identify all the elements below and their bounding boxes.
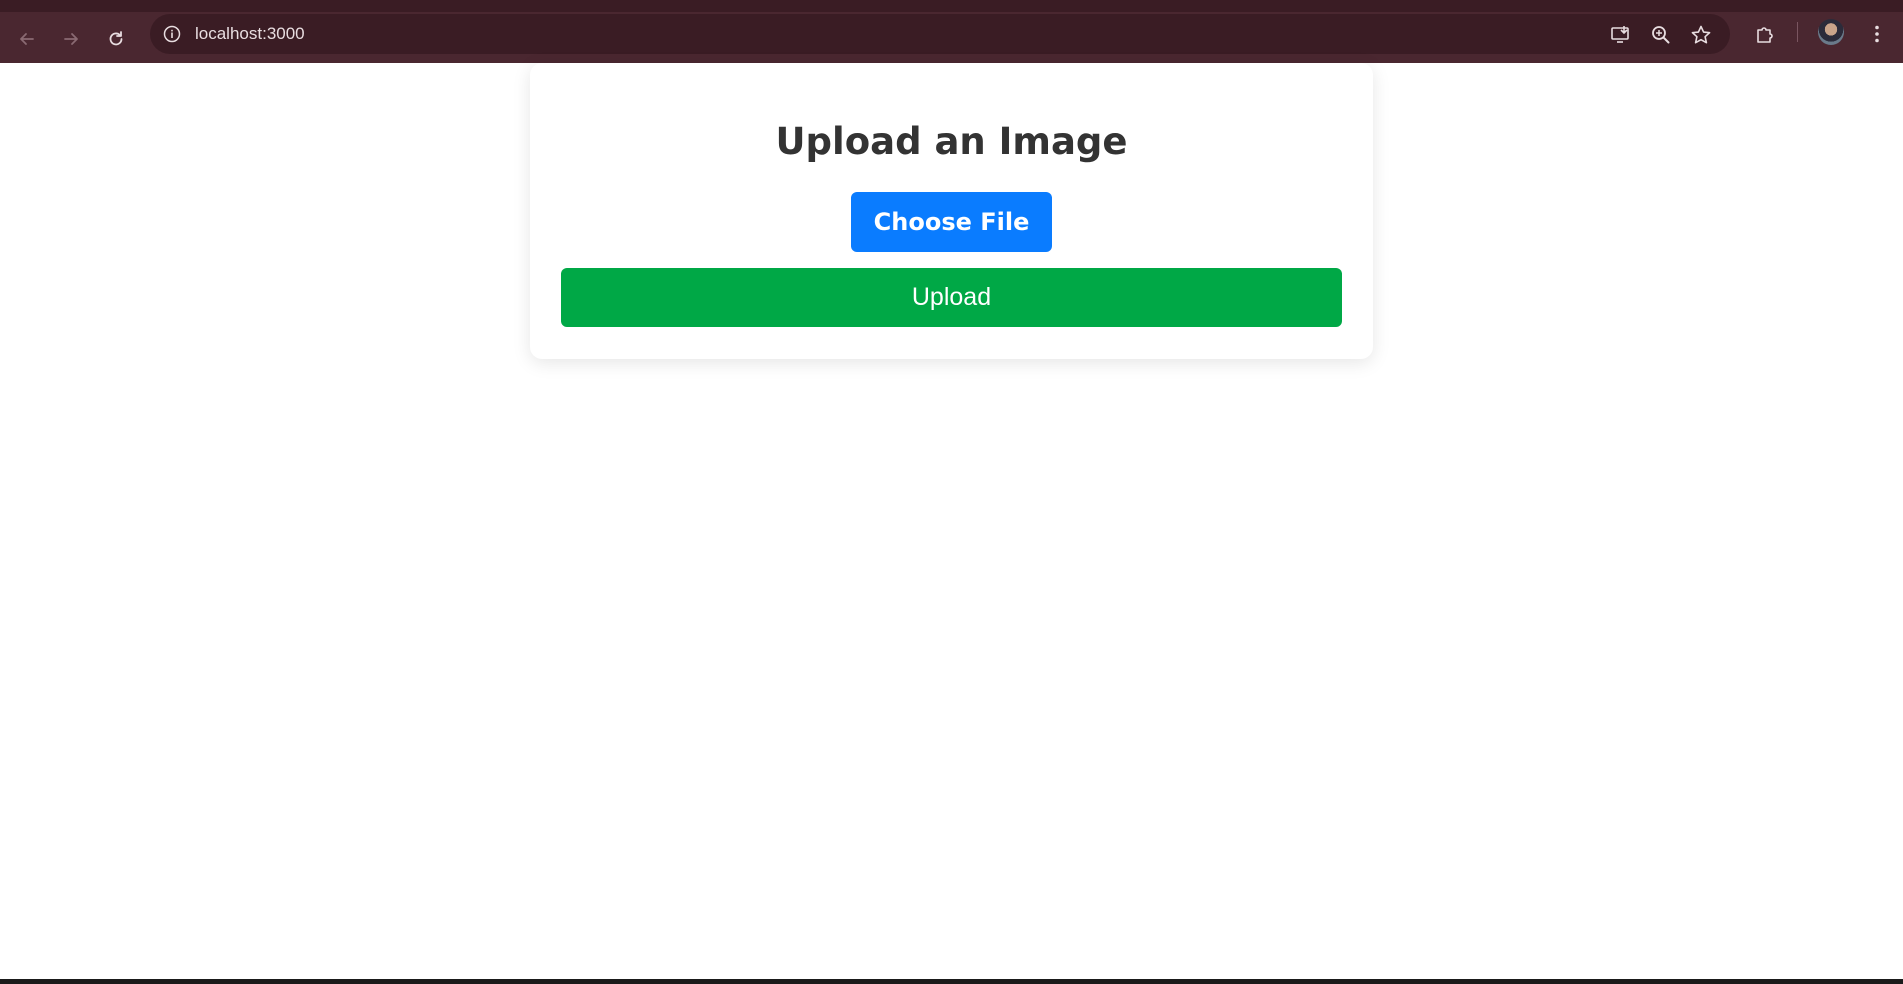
page-content: Upload an Image Choose File Upload [0, 63, 1903, 979]
browser-chrome: localhost:3000 [0, 0, 1903, 63]
install-app-icon[interactable] [1610, 24, 1632, 46]
choose-file-button[interactable]: Choose File [851, 192, 1052, 252]
avatar[interactable] [1818, 19, 1844, 45]
forward-button[interactable] [57, 25, 85, 53]
upload-button[interactable]: Upload [561, 268, 1342, 327]
browser-toolbar: localhost:3000 [0, 12, 1903, 63]
bottom-edge [0, 979, 1903, 984]
back-button[interactable] [13, 25, 41, 53]
tab-strip [0, 0, 1903, 12]
reload-icon [109, 31, 123, 46]
toolbar-divider [1797, 22, 1798, 42]
page-title: Upload an Image [775, 120, 1128, 163]
address-bar[interactable]: localhost:3000 [150, 14, 1730, 54]
star-icon[interactable] [1690, 24, 1712, 46]
puzzle-icon[interactable] [1754, 23, 1776, 45]
info-icon[interactable] [162, 24, 182, 44]
arrow-left-icon [20, 33, 34, 45]
reload-button[interactable] [102, 25, 130, 53]
url-text[interactable]: localhost:3000 [195, 24, 305, 44]
upload-card: Upload an Image Choose File Upload [530, 63, 1373, 359]
arrow-right-icon [64, 33, 78, 45]
zoom-icon[interactable] [1650, 24, 1672, 46]
kebab-menu-icon[interactable] [1866, 23, 1888, 45]
